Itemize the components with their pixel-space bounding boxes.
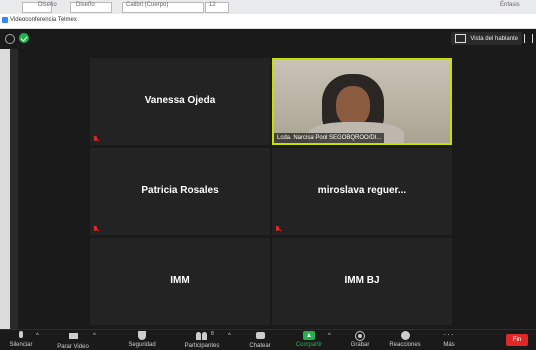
- mute-button[interactable]: Silenciar: [6, 331, 36, 348]
- chat-label: Chatear: [249, 343, 271, 349]
- participant-tile[interactable]: Vanessa Ojeda: [90, 58, 270, 145]
- ribbon-style-emphasis: Énfasis: [500, 2, 520, 8]
- participant-name: Lcda. Narcisa Pool SEGOBQROO/DI...: [274, 133, 385, 143]
- participants-label: Participantes: [184, 343, 220, 349]
- share-screen-button[interactable]: Compartir: [292, 331, 326, 348]
- left-background-edge: [0, 49, 10, 329]
- muted-mic-icon: [93, 226, 99, 232]
- participant-name: Vanessa Ojeda: [144, 95, 216, 106]
- window-titlebar: Videoconferencia Telmex: [0, 14, 536, 29]
- meeting-toolbar: Silenciar ^ Parar Video ^ Seguridad 8 Pa…: [0, 329, 536, 350]
- shield-icon: [138, 331, 146, 340]
- left-shadow-edge: [10, 49, 18, 329]
- participants-button[interactable]: 8 Participantes: [180, 331, 224, 349]
- ribbon-style-2: Diseño: [76, 2, 95, 8]
- participants-options-chevron-icon[interactable]: ^: [228, 333, 231, 339]
- participant-tile[interactable]: IMM: [90, 238, 270, 325]
- share-options-chevron-icon[interactable]: ^: [328, 333, 331, 339]
- record-label: Grabar: [350, 342, 370, 348]
- muted-mic-icon: [93, 136, 99, 142]
- participant-name: miroslava reguer...: [317, 185, 407, 196]
- encryption-shield-icon[interactable]: [19, 33, 29, 43]
- reactions-button[interactable]: Reacciones: [386, 331, 424, 348]
- more-label: Más: [443, 342, 455, 348]
- meeting-info-icon[interactable]: [5, 34, 15, 44]
- participants-icon: [196, 332, 208, 340]
- participant-tile[interactable]: miroslava reguer...: [272, 148, 452, 235]
- fullscreen-icon[interactable]: [524, 34, 533, 43]
- video-person-face: [336, 86, 370, 126]
- stop-video-label: Parar Video: [57, 344, 89, 350]
- ribbon-style-1: Diseño: [38, 2, 57, 8]
- participant-name: IMM: [170, 275, 190, 286]
- participant-video-tile[interactable]: Lcda. Narcisa Pool SEGOBQROO/DI...: [272, 58, 452, 145]
- security-label: Seguridad: [128, 342, 156, 348]
- font-size-value: 12: [209, 2, 216, 8]
- participant-tile[interactable]: IMM BJ: [272, 238, 452, 325]
- video-options-chevron-icon[interactable]: ^: [93, 333, 96, 339]
- end-meeting-button[interactable]: Fin: [506, 334, 528, 346]
- chat-bubble-icon: [255, 332, 265, 339]
- background-word-ribbon: Diseño Diseño Calibri (Cuerpo) 12 Énfasi…: [0, 0, 536, 15]
- share-screen-icon: [303, 331, 315, 340]
- meeting-top-bar: Vista del hablante: [0, 29, 536, 49]
- record-icon: [355, 331, 365, 341]
- camera-icon: [68, 333, 78, 339]
- reactions-label: Reacciones: [389, 342, 421, 348]
- muted-mic-icon: [275, 226, 281, 232]
- microphone-icon: [19, 331, 23, 338]
- participant-name: Patricia Rosales: [141, 185, 219, 196]
- font-name-value: Calibri (Cuerpo): [126, 2, 169, 8]
- more-dots-icon: ···: [443, 330, 455, 339]
- participant-name: IMM BJ: [344, 275, 380, 286]
- mute-label: Silenciar: [9, 342, 33, 348]
- share-label: Compartir: [295, 342, 323, 348]
- gallery-grid: Vanessa Ojeda Lcda. Narcisa Pool SEGOBQR…: [90, 58, 452, 326]
- grid-view-icon: [455, 34, 467, 43]
- record-button[interactable]: Grabar: [346, 331, 374, 348]
- app-logo-icon: [2, 17, 8, 23]
- speaker-view-label: Vista del hablante: [470, 35, 518, 42]
- participants-count: 8: [211, 331, 214, 337]
- security-button[interactable]: Seguridad: [124, 331, 160, 348]
- speaker-view-button[interactable]: Vista del hablante: [451, 32, 522, 45]
- window-title: Videoconferencia Telmex: [10, 17, 77, 23]
- chat-button[interactable]: Chatear: [246, 331, 274, 349]
- audio-options-chevron-icon[interactable]: ^: [36, 333, 39, 339]
- more-button[interactable]: ··· Más: [438, 330, 460, 349]
- stop-video-button[interactable]: Parar Video: [54, 331, 92, 350]
- participant-tile[interactable]: Patricia Rosales: [90, 148, 270, 235]
- reaction-emoji-icon: [400, 331, 410, 340]
